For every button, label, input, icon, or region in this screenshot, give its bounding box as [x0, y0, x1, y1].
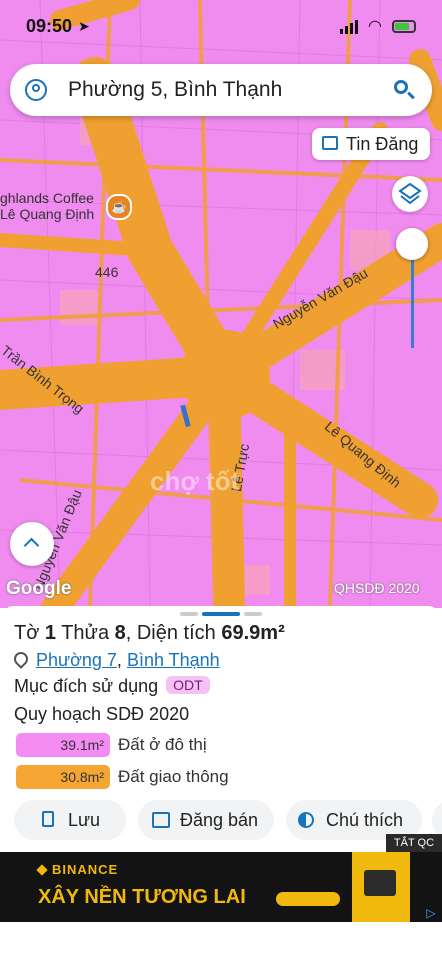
status-time: 09:50: [26, 16, 73, 36]
expand-sheet-button[interactable]: [10, 522, 54, 566]
legend-residential-area: 39.1m²: [16, 733, 110, 757]
layers-icon: [398, 182, 422, 205]
home-indicator-area: [0, 922, 442, 960]
location-arrow-icon: ➤: [78, 18, 90, 34]
legend-residential-label: Đất ở đô thị: [118, 735, 207, 754]
search-input[interactable]: Phường 5, Bình Thạnh: [68, 78, 282, 102]
google-logo: Google: [6, 578, 72, 599]
ward-link[interactable]: Phường 7: [36, 650, 117, 670]
wifi-icon: ◠: [368, 18, 382, 35]
ad-cta-pill: [276, 892, 340, 906]
parcel-location: Phường 7, Bình Thạnh: [11, 649, 220, 671]
watermark: chợ tốt: [150, 466, 240, 496]
opacity-slider[interactable]: [396, 228, 430, 350]
search-bar[interactable]: Phường 5, Bình Thạnh: [10, 64, 432, 116]
close-ad-button[interactable]: TẮT QC: [386, 834, 442, 852]
listings-button[interactable]: Tin Đăng: [312, 128, 430, 160]
sheet-pager[interactable]: [180, 612, 262, 616]
ad-info-icon[interactable]: ▷: [424, 906, 438, 920]
chevron-up-icon: [23, 537, 40, 554]
ad-headline: XÂY NỀN TƯƠNG LAI: [38, 886, 246, 908]
save-button[interactable]: Lưu: [14, 800, 126, 840]
layers-button[interactable]: [392, 176, 428, 212]
bookmark-add-icon: [42, 811, 54, 827]
ad-banner[interactable]: BINANCE XÂY NỀN TƯƠNG LAI ▷: [0, 852, 442, 922]
location-pin-icon: [11, 649, 31, 669]
poi-name: ghlands Coffee: [0, 190, 94, 206]
poi-street: Lê Quang Định: [0, 206, 95, 222]
battery-icon: [392, 20, 416, 33]
legend-road-area: 30.8m²: [16, 765, 110, 789]
purpose-code-badge: ODT: [166, 676, 210, 694]
slider-thumb[interactable]: [396, 228, 428, 260]
list-icon: [322, 136, 338, 150]
contrast-icon: [298, 812, 314, 828]
layer-caption: QHSDĐ 2020: [334, 580, 420, 596]
status-bar: 09:50 ➤ ◠: [0, 0, 442, 52]
parcel-title: Tờ 1 Thửa 8, Diện tích 69.9m²: [14, 622, 285, 644]
binance-brand: BINANCE: [36, 862, 118, 877]
ad-product-image: [352, 852, 410, 922]
plan-title: Quy hoạch SDĐ 2020: [14, 704, 190, 724]
search-icon[interactable]: [394, 80, 415, 100]
legend-road-label: Đất giao thông: [118, 767, 229, 786]
binance-logo-icon: [36, 864, 48, 876]
account-icon[interactable]: [25, 79, 47, 101]
poi-label[interactable]: ghlands Coffee Lê Quang Định: [0, 190, 94, 222]
signal-icon: [340, 20, 360, 34]
listing-icon: [152, 812, 170, 828]
road-number-label: 446: [95, 264, 119, 280]
land-use-purpose: Mục đích sử dụng ODT: [14, 676, 210, 697]
post-for-sale-button[interactable]: Đăng bán: [138, 800, 274, 840]
listings-button-label: Tin Đăng: [346, 134, 419, 154]
district-link[interactable]: Bình Thạnh: [127, 650, 220, 670]
coffee-icon[interactable]: ☕: [106, 194, 132, 220]
